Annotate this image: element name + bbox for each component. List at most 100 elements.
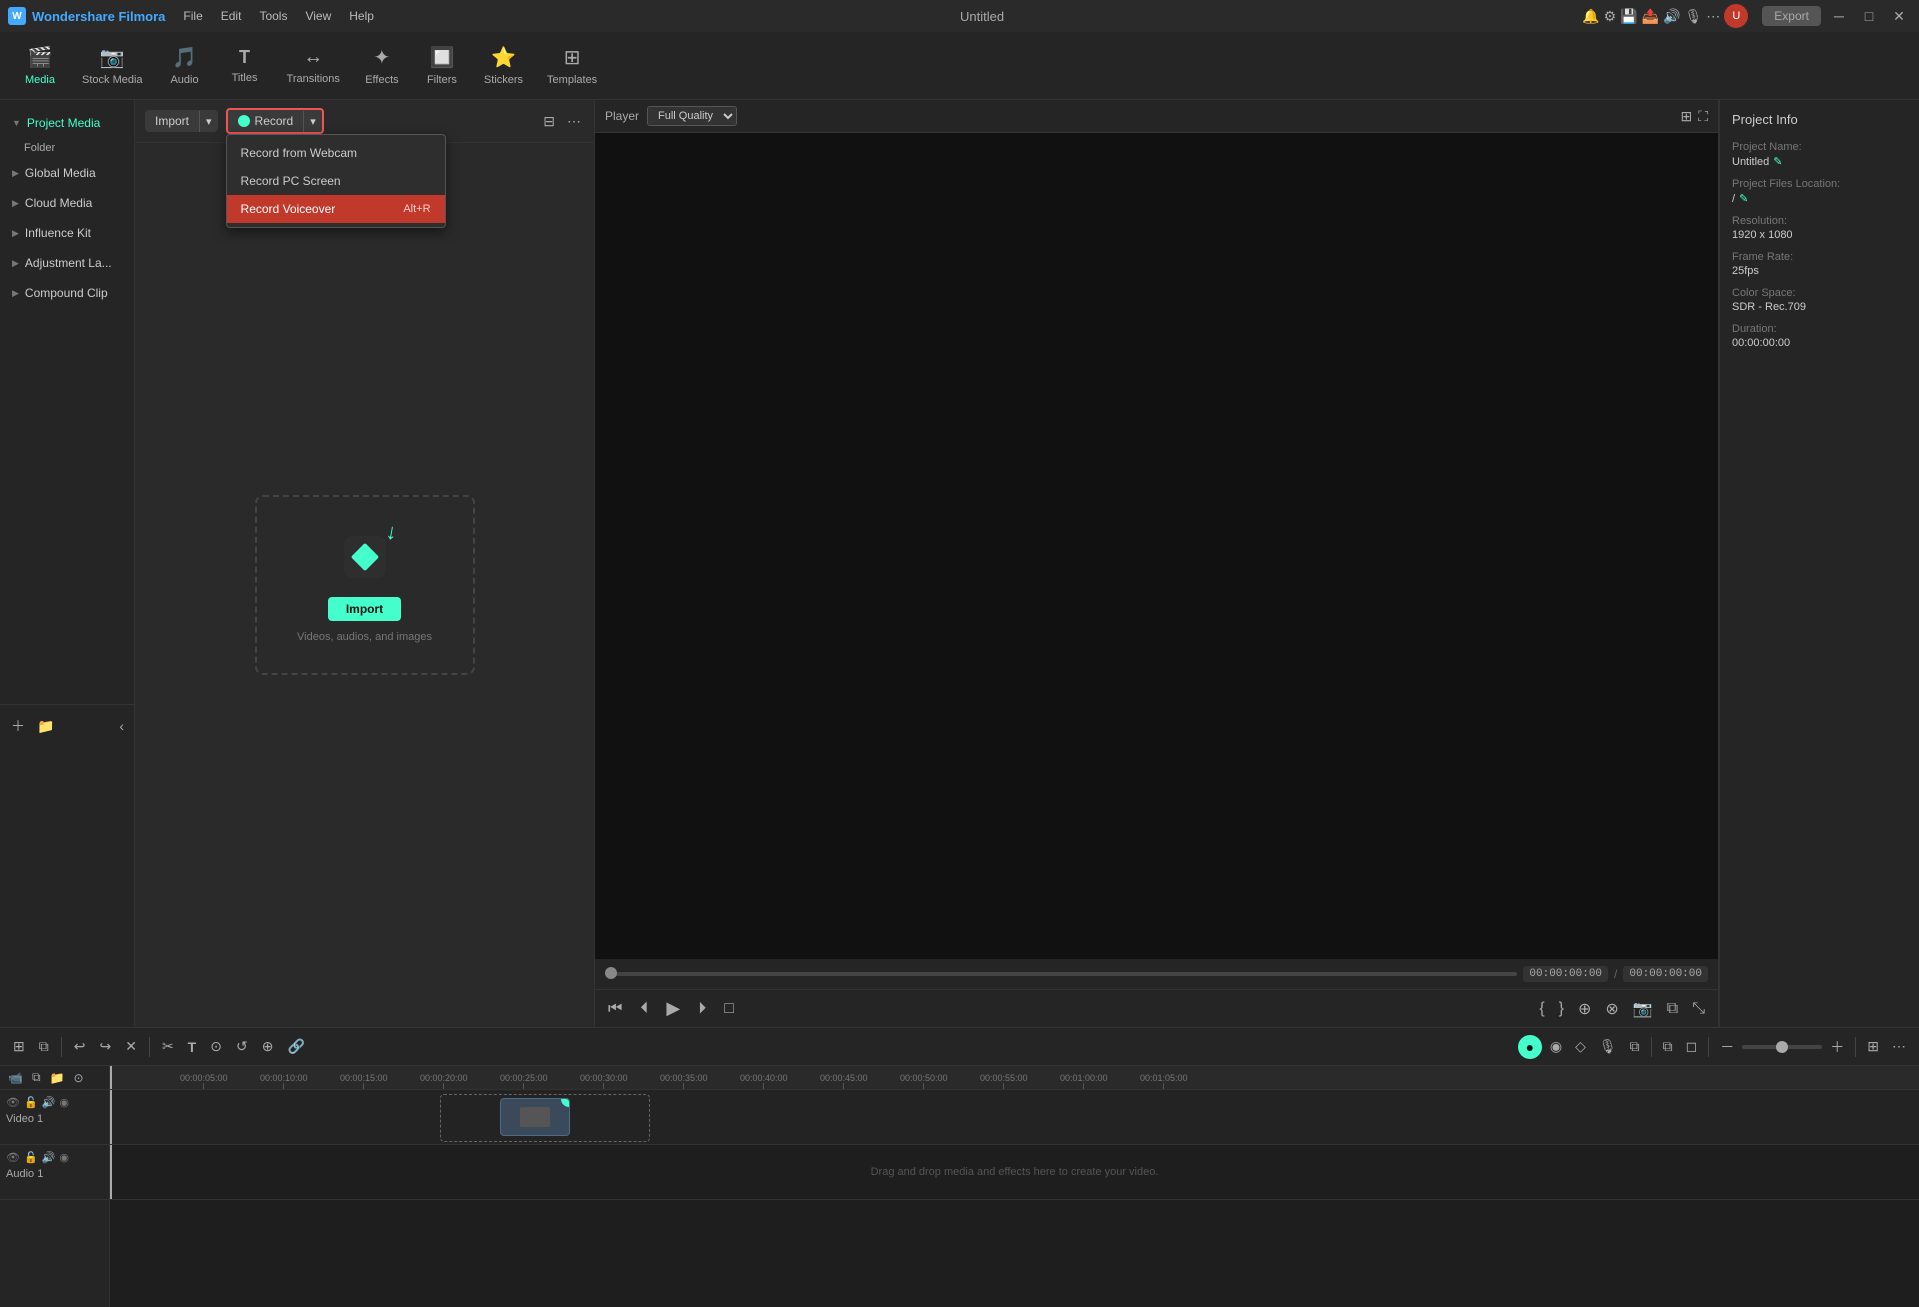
tl-cut-btn[interactable]: ✂ xyxy=(157,1035,179,1058)
sidebar-item-adjustment-layer[interactable]: ▶ Adjustment La... xyxy=(0,248,134,278)
tool-media[interactable]: 🎬 Media xyxy=(10,39,70,92)
menu-help[interactable]: Help xyxy=(341,7,382,25)
tl-link2-btn[interactable]: ⧉ xyxy=(29,1069,44,1086)
project-name-edit-icon[interactable]: ✎ xyxy=(1773,155,1782,168)
player-expand-btn[interactable]: ⤡ xyxy=(1689,996,1708,1022)
tl-select-btn[interactable]: ⊞ xyxy=(8,1035,30,1058)
sidebar-item-cloud-media[interactable]: ▶ Cloud Media xyxy=(0,188,134,218)
record-arrow-button[interactable]: ▾ xyxy=(303,111,322,132)
tl-link-btn[interactable]: 🔗 xyxy=(282,1035,309,1058)
sidebar-item-global-media[interactable]: ▶ Global Media xyxy=(0,158,134,188)
tool-effects[interactable]: ✦ Effects xyxy=(352,39,412,92)
record-voiceover-item[interactable]: Record Voiceover Alt+R xyxy=(227,195,445,223)
tl-rotate-btn[interactable]: ↺ xyxy=(231,1035,253,1058)
tl-folder2-btn[interactable]: 📁 xyxy=(47,1070,68,1086)
tl-split-audio-btn[interactable]: ⧉ xyxy=(1658,1035,1678,1058)
tl-more-btn[interactable]: ⋯ xyxy=(1887,1035,1911,1058)
export-button[interactable]: Export xyxy=(1762,6,1821,26)
tl-delete-btn[interactable]: ✕ xyxy=(120,1035,142,1058)
media-filter-button[interactable]: ⊟ xyxy=(540,110,558,133)
player-rewind-btn[interactable]: ⏮ xyxy=(605,997,625,1021)
tl-speed-btn[interactable]: ⊕ xyxy=(257,1035,279,1058)
tl-marker-btn[interactable]: ◇ xyxy=(1570,1035,1591,1058)
menu-edit[interactable]: Edit xyxy=(213,7,250,25)
project-files-edit-icon[interactable]: ✎ xyxy=(1739,192,1748,205)
sidebar-folder-btn[interactable]: 📁 xyxy=(34,715,57,738)
player-progress-track[interactable] xyxy=(605,972,1517,976)
player-insert-btn[interactable]: ⊕ xyxy=(1575,996,1594,1022)
tool-templates[interactable]: ⊞ Templates xyxy=(535,39,609,92)
audio-mute-btn[interactable]: 🔊 xyxy=(42,1151,56,1164)
import-arrow-button[interactable]: ▾ xyxy=(199,111,218,132)
menu-view[interactable]: View xyxy=(297,7,339,25)
tl-grid-btn[interactable]: ⊞ xyxy=(1862,1035,1884,1058)
tl-mic-btn[interactable]: 🎙 xyxy=(1594,1035,1622,1058)
audio-eye-btn[interactable]: 👁 xyxy=(6,1151,20,1164)
menu-tools[interactable]: Tools xyxy=(251,7,295,25)
tool-audio[interactable]: 🎵 Audio xyxy=(155,39,215,92)
tl-redo-btn[interactable]: ↪ xyxy=(94,1035,116,1058)
tl-audio-snap-btn[interactable]: ◉ xyxy=(1545,1035,1567,1058)
titlebar-icon-1[interactable]: 🔔 xyxy=(1582,8,1599,25)
maximize-button[interactable]: □ xyxy=(1857,4,1881,28)
tl-undo-btn[interactable]: ↩ xyxy=(69,1035,91,1058)
sidebar-add-btn[interactable]: ＋ xyxy=(8,713,28,739)
video-solo-btn[interactable]: ◉ xyxy=(59,1096,69,1109)
player-grid-view-btn[interactable]: ⊞ xyxy=(1680,108,1692,125)
tl-record-dot-btn[interactable]: ● xyxy=(1518,1035,1542,1059)
player-snapshot-btn[interactable]: 📷 xyxy=(1630,996,1656,1022)
titlebar-icon-2[interactable]: ⚙ xyxy=(1604,8,1617,25)
tl-crop-btn[interactable]: ⊙ xyxy=(205,1035,227,1058)
menu-file[interactable]: File xyxy=(175,7,210,25)
player-step-back-btn[interactable]: ⏴ xyxy=(637,997,651,1021)
titlebar-icon-6[interactable]: 🎙 xyxy=(1685,8,1703,25)
user-avatar[interactable]: U xyxy=(1724,4,1748,28)
sidebar-collapse-btn[interactable]: ‹ xyxy=(116,715,127,737)
import-button[interactable]: Import xyxy=(145,110,199,132)
video-mute-btn[interactable]: 🔊 xyxy=(42,1096,56,1109)
player-in-point-btn[interactable]: { xyxy=(1536,996,1547,1022)
titlebar-icon-3[interactable]: 💾 xyxy=(1620,8,1637,25)
player-fullscreen-btn[interactable]: ⛶ xyxy=(1698,108,1708,125)
audio-solo-btn[interactable]: ◉ xyxy=(59,1151,69,1164)
audio-track-row[interactable]: Drag and drop media and effects here to … xyxy=(110,1145,1919,1200)
titlebar-icon-5[interactable]: 🔊 xyxy=(1663,8,1680,25)
tl-track-btn[interactable]: ⧉ xyxy=(34,1035,54,1058)
player-step-fwd-btn[interactable]: ⏵ xyxy=(695,997,709,1021)
zoom-slider-handle[interactable] xyxy=(1776,1041,1788,1053)
tl-text-btn[interactable]: T xyxy=(183,1036,202,1058)
tl-zoom-in-btn[interactable]: ＋ xyxy=(1825,1034,1849,1060)
quality-select[interactable]: Full Quality xyxy=(647,106,737,126)
audio-lock-btn[interactable]: 🔓 xyxy=(24,1151,38,1164)
tl-magnet-btn[interactable]: ⊙ xyxy=(70,1070,86,1086)
titlebar-icon-7[interactable]: ⋯ xyxy=(1706,8,1720,25)
tl-clip-btn[interactable]: ⧉ xyxy=(1625,1035,1645,1058)
tl-silence-btn[interactable]: ◻ xyxy=(1681,1035,1703,1058)
sidebar-item-compound-clip[interactable]: ▶ Compound Clip xyxy=(0,278,134,308)
player-overwrite-btn[interactable]: ⊗ xyxy=(1602,996,1621,1022)
video-lock-btn[interactable]: 🔓 xyxy=(24,1096,38,1109)
import-drop-zone[interactable]: ↓ Import Videos, audios, and images xyxy=(255,495,475,675)
media-more-button[interactable]: ⋯ xyxy=(564,110,584,133)
tool-transitions[interactable]: ↔ Transitions xyxy=(275,40,352,91)
video-eye-btn[interactable]: 👁 xyxy=(6,1096,20,1109)
player-mark-btn[interactable]: □ xyxy=(721,997,737,1021)
import-green-button[interactable]: Import xyxy=(328,597,401,621)
record-pc-screen-item[interactable]: Record PC Screen xyxy=(227,167,445,195)
tool-titles[interactable]: T Titles xyxy=(215,41,275,90)
titlebar-icon-4[interactable]: 📤 xyxy=(1642,8,1659,25)
tool-stock-media[interactable]: 📷 Stock Media xyxy=(70,39,155,92)
tl-zoom-out-btn[interactable]: － xyxy=(1715,1034,1739,1060)
tl-camera-btn[interactable]: 📹 xyxy=(5,1070,26,1086)
tool-stickers[interactable]: ⭐ Stickers xyxy=(472,39,535,92)
player-play-btn[interactable]: ▶ xyxy=(663,995,683,1022)
close-button[interactable]: ✕ xyxy=(1887,4,1911,28)
sidebar-item-influence-kit[interactable]: ▶ Influence Kit xyxy=(0,218,134,248)
player-out-point-btn[interactable]: } xyxy=(1556,996,1567,1022)
player-pip-btn[interactable]: ⧉ xyxy=(1664,996,1681,1022)
minimize-button[interactable]: ─ xyxy=(1827,4,1851,28)
record-from-webcam-item[interactable]: Record from Webcam xyxy=(227,139,445,167)
sidebar-item-project-media[interactable]: ▼ Project Media xyxy=(0,108,134,138)
video-track-row[interactable]: + xyxy=(110,1090,1919,1145)
sidebar-item-folder[interactable]: Folder xyxy=(0,138,134,158)
